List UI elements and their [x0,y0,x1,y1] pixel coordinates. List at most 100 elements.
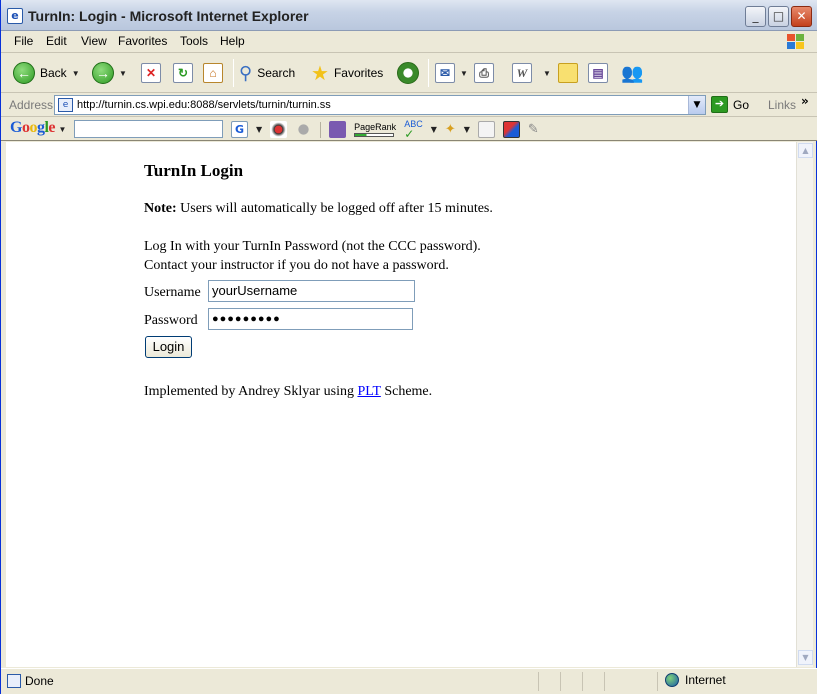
address-url[interactable]: http://turnin.cs.wpi.edu:8088/servlets/t… [77,99,331,111]
edit-button[interactable]: W ▼ [512,60,551,86]
messenger-button[interactable]: 👥 [621,60,643,86]
menu-edit[interactable]: Edit [46,34,67,48]
chevron-down-icon[interactable]: ▼ [72,69,80,78]
toolbar-separator [428,59,429,87]
google-toolbar-buttons: G ▼ PageRank ABC ✓ ▼ ✦ ▼ ✎ [231,120,539,141]
chevron-down-icon[interactable]: ▼ [256,125,262,134]
search-label: Search [257,66,296,80]
toolbar-separator [233,59,234,87]
back-arrow-icon: ← [13,62,35,84]
plt-link[interactable]: PLT [357,384,380,399]
google-search-icon[interactable]: G [231,121,248,138]
go-arrow-icon: ➔ [711,96,728,113]
stop-button[interactable]: ✕ [141,60,161,86]
forward-arrow-icon: → [92,62,114,84]
home-icon: ⌂ [203,63,223,83]
forward-button[interactable]: → ▼ [92,60,127,86]
history-icon [397,62,419,84]
username-input[interactable]: yourUsername [208,280,415,302]
favorites-button[interactable]: ★ Favorites [311,60,383,86]
menu-favorites[interactable]: Favorites [118,34,167,48]
security-zone[interactable]: Internet [665,673,726,687]
discuss-button[interactable] [558,60,578,86]
search-icon: ⚲ [239,62,253,83]
word-icon: W [512,63,532,83]
autofill-wand-icon[interactable]: ✦ [445,122,456,137]
maximize-button[interactable]: □ [768,6,789,27]
chevron-down-icon[interactable]: ▼ [464,125,470,134]
username-label: Username [144,285,201,300]
chevron-down-icon[interactable]: ▼ [119,69,127,78]
windows-logo-icon [787,34,804,49]
spellcheck-button[interactable]: ABC ✓ [404,120,423,141]
minimize-button[interactable]: _ [745,6,766,27]
close-button[interactable]: ✕ [791,6,812,27]
chevron-down-icon[interactable]: ▼ [460,69,468,78]
menu-view[interactable]: View [81,34,107,48]
pagerank-indicator[interactable]: PageRank [354,122,396,137]
menu-bar: File Edit View Favorites Tools Help [1,31,817,53]
standard-toolbar: ← Back ▼ → ▼ ✕ ↻ ⌂ ⚲ Search ★ Favorites [1,53,817,93]
links-button[interactable]: Links [768,98,796,112]
go-button[interactable]: ➔ Go [711,96,749,113]
history-button[interactable] [397,60,419,86]
refresh-icon: ↻ [173,63,193,83]
page-status-icon [7,674,21,688]
star-icon: ★ [311,62,329,85]
password-label: Password [144,313,198,328]
password-input[interactable]: ●●●●●●●●● [208,308,413,330]
image-icon[interactable] [502,121,520,138]
highlight-icon[interactable] [329,121,347,138]
options-icon[interactable] [477,121,495,138]
chevron-down-icon[interactable]: ▼ [543,69,551,78]
page-title: TurnIn Login [144,161,244,180]
browser-window: e TurnIn: Login - Microsoft Internet Exp… [0,0,817,694]
pagerank-bar [354,132,395,137]
menu-help[interactable]: Help [220,34,245,48]
google-logo[interactable]: Google ▼ [10,119,66,137]
credit-suffix: Scheme. [380,384,433,399]
scroll-up-icon[interactable]: ▲ [798,143,813,158]
address-bar: Address e http://turnin.cs.wpi.edu:8088/… [1,93,817,117]
address-label: Address [9,98,54,112]
title-bar[interactable]: e TurnIn: Login - Microsoft Internet Exp… [1,0,817,31]
chevron-down-icon[interactable]: ▼ [431,125,437,134]
note-icon [558,63,578,83]
google-toolbar: Google ▼ G ▼ PageRank ABC ✓ ▼ ✦ ▼ ✎ [1,117,817,141]
menu-tools[interactable]: Tools [180,34,208,48]
toolbar-separator [320,121,322,138]
status-cell [560,672,582,691]
back-label: Back [40,66,67,80]
note-label: Note: [144,201,177,216]
popup-blocker-icon[interactable] [295,121,313,138]
status-bar: Done Internet [1,668,817,694]
instruction-password: Log In with your TurnIn Password (not th… [144,239,481,254]
print-button[interactable]: ⎙ [474,60,494,86]
go-label: Go [733,97,750,112]
ie-app-icon: e [7,8,23,24]
mail-button[interactable]: ✉ ▼ [435,60,468,86]
page-icon: e [58,98,73,112]
implementation-credit: Implemented by Andrey Sklyar using PLT S… [144,384,432,400]
address-input[interactable]: e http://turnin.cs.wpi.edu:8088/servlets… [54,95,706,115]
news-icon[interactable] [270,121,288,138]
vertical-scrollbar[interactable]: ▲ ▼ [796,142,813,667]
chevron-down-icon[interactable]: ▼ [688,96,705,114]
links-chevron-icon[interactable]: » [801,94,809,108]
google-search-input[interactable] [74,120,223,138]
check-icon: ✓ [404,127,415,141]
status-cell [604,672,626,691]
scroll-down-icon[interactable]: ▼ [798,650,813,665]
research-button[interactable]: ▤ [588,60,608,86]
logoff-note: Note: Users will automatically be logged… [144,201,493,217]
back-button[interactable]: ← Back ▼ [13,60,80,86]
home-button[interactable]: ⌂ [203,60,223,86]
search-button[interactable]: ⚲ Search [239,60,295,86]
printer-icon: ⎙ [474,63,494,83]
login-button[interactable]: Login [145,336,192,358]
pencil-icon[interactable]: ✎ [528,122,539,137]
menu-file[interactable]: File [14,34,33,48]
favorites-label: Favorites [333,66,384,80]
credit-prefix: Implemented by Andrey Sklyar using [144,384,358,399]
refresh-button[interactable]: ↻ [173,60,193,86]
